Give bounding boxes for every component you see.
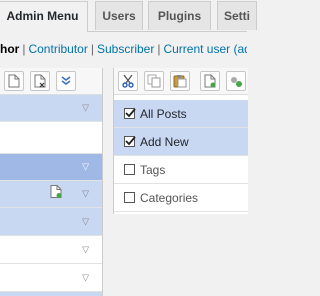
submenu-item-all-posts[interactable]: All Posts — [114, 100, 248, 128]
delete-item-button[interactable] — [30, 71, 50, 91]
checkbox-all-posts[interactable] — [124, 108, 136, 119]
role-separator: | — [157, 42, 161, 56]
paste-icon — [173, 75, 187, 88]
checkmark-icon — [125, 108, 136, 118]
copy-icon — [147, 74, 161, 88]
role-selector: hor | Contributor | Subscriber | Current user … — [0, 39, 247, 59]
menu-item[interactable] — [0, 292, 102, 296]
checkmark-icon — [125, 136, 136, 146]
triangle-down-icon[interactable]: ▽ — [82, 103, 89, 114]
menu-item[interactable]: ▽ — [0, 181, 102, 208]
submenu-panel: All Posts Add New Tags Categories — [113, 68, 248, 214]
cut-icon — [122, 74, 134, 88]
new-submenu-item-button[interactable] — [200, 71, 220, 91]
submenu-item-label: All Posts — [140, 106, 187, 121]
menu-list-panel: ▽ ▽ ▽ ▽ ▽ ▽ — [0, 68, 103, 296]
collapse-all-button[interactable] — [56, 71, 76, 91]
new-separator-icon — [231, 77, 242, 87]
triangle-down-icon[interactable]: ▽ — [82, 189, 89, 200]
cut-button[interactable] — [118, 71, 138, 91]
submenu-toolbar — [114, 68, 248, 95]
copy-button[interactable] — [144, 71, 164, 91]
tab-bar: Admin Menu Users Plugins Setti — [0, 0, 257, 32]
double-chevron-down-icon — [61, 76, 71, 85]
menu-separator-item[interactable] — [0, 122, 102, 154]
paste-button[interactable] — [170, 71, 190, 91]
submenu-item-categories[interactable]: Categories — [114, 184, 248, 212]
submenu-item-label: Tags — [140, 162, 166, 177]
submenu-item-label: Categories — [140, 190, 199, 205]
tab-settings[interactable]: Setti — [217, 1, 257, 30]
new-item-button[interactable] — [4, 71, 24, 91]
submenu-item-add-new[interactable]: Add New — [114, 128, 248, 156]
role-link-subscriber[interactable]: Subscriber — [97, 42, 154, 56]
menu-item[interactable]: ▽ — [0, 208, 102, 236]
menu-item-selected[interactable]: ▽ — [0, 154, 102, 181]
new-item-icon — [8, 74, 20, 88]
menu-item[interactable]: ▽ — [0, 95, 102, 122]
menu-item[interactable]: ▽ — [0, 236, 102, 264]
delete-item-icon — [34, 74, 46, 88]
role-separator: | — [90, 42, 94, 56]
role-current-author[interactable]: hor — [0, 42, 19, 56]
submenu-item-label: Add New — [140, 134, 189, 149]
tab-users[interactable]: Users — [95, 1, 143, 30]
triangle-down-icon[interactable]: ▽ — [82, 272, 89, 283]
tab-admin-menu[interactable]: Admin Menu — [0, 1, 88, 32]
add-page-icon — [50, 185, 62, 204]
new-item-icon — [204, 74, 216, 88]
triangle-down-icon[interactable]: ▽ — [82, 244, 89, 255]
submenu-item-tags[interactable]: Tags — [114, 156, 248, 184]
menu-item[interactable]: ▽ — [0, 264, 102, 292]
role-separator: | — [22, 42, 26, 56]
checkbox-categories[interactable] — [124, 192, 135, 203]
tab-plugins[interactable]: Plugins — [148, 1, 211, 30]
menu-toolbar — [0, 68, 102, 95]
checkbox-add-new[interactable] — [124, 136, 136, 147]
triangle-down-icon[interactable]: ▽ — [82, 162, 89, 173]
triangle-down-icon[interactable]: ▽ — [82, 216, 89, 227]
new-separator-button[interactable] — [226, 71, 246, 91]
role-link-contributor[interactable]: Contributor — [28, 42, 87, 56]
checkbox-tags[interactable] — [124, 164, 135, 175]
role-link-current-user[interactable]: Current user (adr — [163, 42, 247, 56]
